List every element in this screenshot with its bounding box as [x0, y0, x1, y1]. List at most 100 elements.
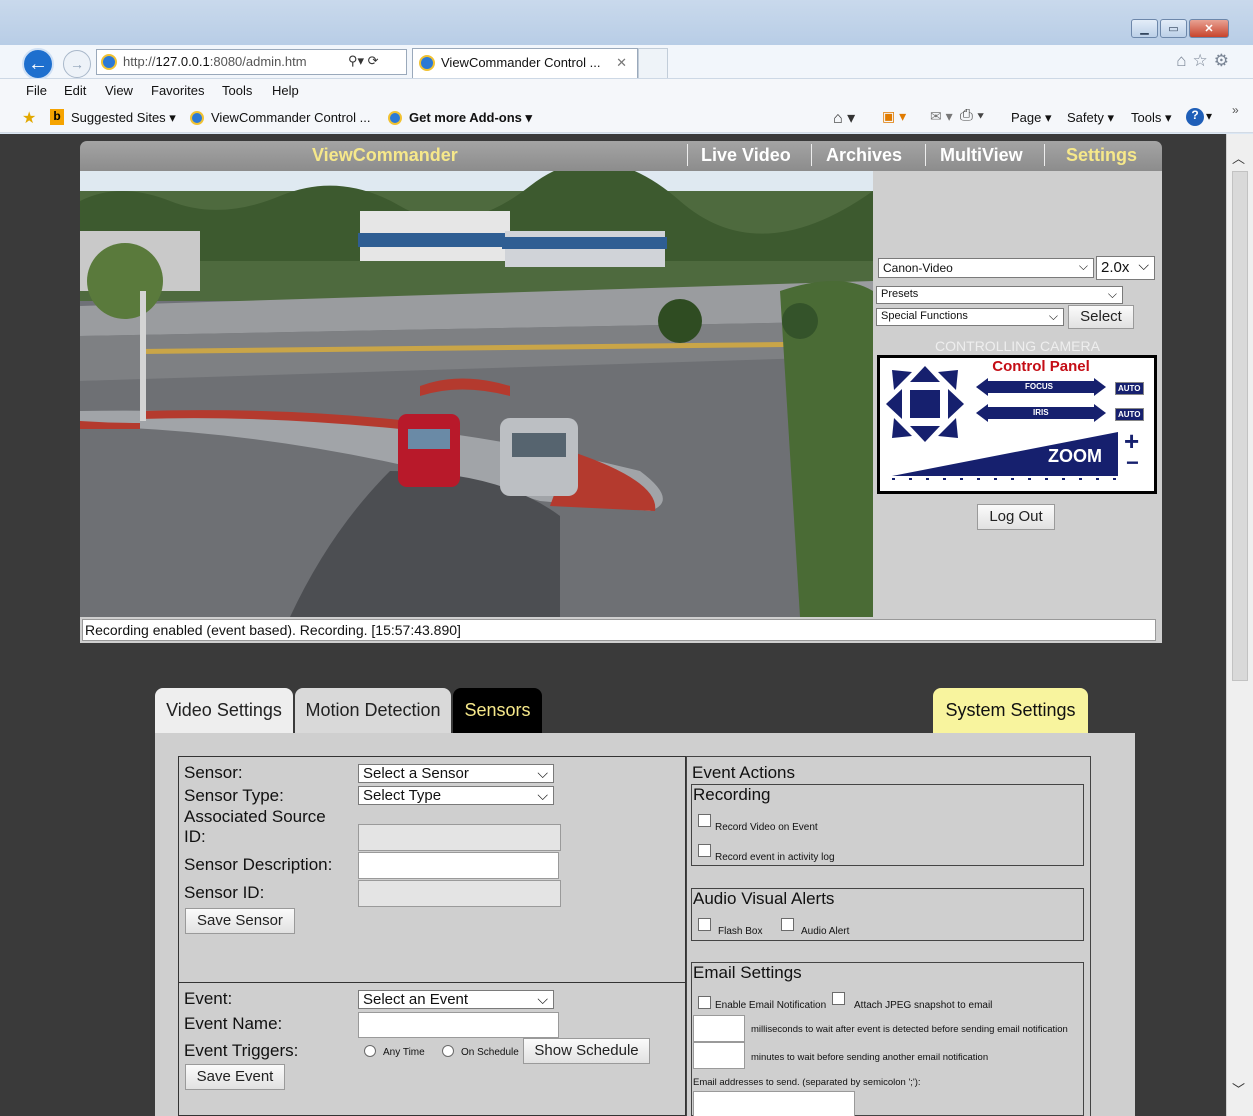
controlling-camera-label: CONTROLLING CAMERA	[935, 338, 1100, 354]
attach-jpeg-label: Attach JPEG snapshot to email	[854, 1000, 993, 1011]
home-icon[interactable]: ⌂	[1176, 51, 1192, 70]
gear-icon[interactable]: ⚙	[1214, 51, 1235, 70]
maximize-button[interactable]: ▭	[1160, 19, 1187, 38]
record-log-checkbox[interactable]	[698, 842, 711, 860]
nav-archives[interactable]: Archives	[826, 145, 902, 166]
nav-settings[interactable]: Settings	[1066, 145, 1137, 166]
search-icon[interactable]: ⚲▾	[348, 53, 364, 68]
save-event-button[interactable]: Save Event	[185, 1064, 285, 1090]
ie-page-icon	[101, 54, 117, 70]
chevron-down-icon: ⌵	[537, 787, 548, 803]
help-dropdown-icon[interactable]: ▾	[1206, 109, 1212, 123]
url-rest: :8080/admin.htm	[209, 54, 307, 69]
tools-menu[interactable]: Tools ▾	[1131, 110, 1172, 126]
audio-alert-label: Audio Alert	[801, 926, 850, 937]
select-button[interactable]: Select	[1068, 305, 1134, 329]
viewcommander-fav-link[interactable]: ViewCommander Control ...	[211, 110, 370, 125]
audio-alert-checkbox[interactable]	[781, 916, 794, 934]
sensor-select-value: Select a Sensor	[363, 765, 469, 782]
show-schedule-button[interactable]: Show Schedule	[523, 1038, 650, 1064]
browser-tab[interactable]: ViewCommander Control ... ✕	[412, 48, 638, 78]
email-addresses-field[interactable]	[693, 1091, 855, 1116]
help-icon[interactable]: ?	[1186, 108, 1204, 126]
iris-auto-button[interactable]: AUTO	[1115, 408, 1144, 421]
logout-button[interactable]: Log Out	[977, 504, 1055, 530]
record-video-checkbox[interactable]	[698, 812, 711, 830]
sensor-type-select[interactable]: Select Type ⌵	[358, 786, 554, 805]
attach-jpeg-checkbox[interactable]	[832, 990, 845, 1008]
event-name-label: Event Name:	[184, 1014, 283, 1033]
browser-toolbar-icons: ⌂☆⚙	[1176, 51, 1235, 71]
tab-system-settings[interactable]: System Settings	[933, 688, 1088, 733]
parking-lot-scene	[80, 171, 873, 617]
ms-wait-field[interactable]	[693, 1015, 745, 1042]
camera-select[interactable]: Canon-Video ⌵	[878, 258, 1094, 278]
refresh-icon[interactable]: ⟳	[368, 53, 379, 68]
chevron-down-icon: ⌵	[537, 765, 548, 781]
mail-icon[interactable]: ✉ ▾	[930, 108, 953, 125]
print-icon[interactable]: ⎙ ▾	[960, 107, 984, 125]
home-cmd-icon[interactable]: ⌂ ▾	[833, 108, 855, 128]
tab-motion-detection[interactable]: Motion Detection	[295, 688, 451, 733]
favorites-star-icon[interactable]: ★	[22, 108, 36, 128]
feeds-icon[interactable]: ▣ ▾	[882, 108, 906, 125]
nav-multiview[interactable]: MultiView	[940, 145, 1023, 166]
star-icon[interactable]: ☆	[1193, 51, 1214, 70]
url-host: 127.0.0.1	[155, 54, 210, 69]
scrollbar-thumb[interactable]	[1232, 171, 1248, 681]
flash-box-checkbox[interactable]	[698, 916, 711, 934]
sensor-select[interactable]: Select a Sensor ⌵	[358, 764, 554, 783]
nav-live-video[interactable]: Live Video	[701, 145, 791, 166]
nav-separator	[811, 144, 812, 166]
page-menu[interactable]: Page ▾	[1011, 110, 1052, 126]
get-addons-link[interactable]: Get more Add-ons ▾	[409, 110, 532, 126]
presets-select[interactable]: Presets ⌵	[876, 286, 1123, 304]
zoom-label: ZOOM	[1048, 446, 1102, 466]
save-sensor-button[interactable]: Save Sensor	[185, 908, 295, 934]
menu-view[interactable]: View	[105, 83, 133, 98]
zoom-level-value: 2.0x	[1101, 259, 1130, 276]
chevron-down-icon: ⌵	[1078, 259, 1088, 273]
event-select[interactable]: Select an Event ⌵	[358, 990, 554, 1009]
iris-label: IRIS	[1033, 408, 1049, 417]
menu-file[interactable]: File	[26, 83, 47, 98]
ptz-control-panel: Control Panel FOCUS AUTO IRIS AUTO ZOOM …	[877, 355, 1157, 494]
sensor-id-label: Sensor ID:	[184, 883, 265, 902]
zoom-level-select[interactable]: 2.0x ⌵	[1096, 256, 1155, 280]
menu-edit[interactable]: Edit	[64, 83, 86, 98]
focus-auto-button[interactable]: AUTO	[1115, 382, 1144, 395]
menu-help[interactable]: Help	[272, 83, 299, 98]
tab-sensors[interactable]: Sensors	[453, 688, 542, 733]
scroll-down-icon[interactable]: ﹀	[1232, 1079, 1245, 1098]
back-button[interactable]: ←	[22, 48, 54, 80]
tab-video-settings[interactable]: Video Settings	[155, 688, 293, 733]
zoom-out-icon[interactable]: −	[1126, 450, 1139, 476]
enable-email-checkbox[interactable]	[698, 994, 711, 1012]
close-tab-icon[interactable]: ✕	[616, 55, 627, 71]
chevron-down-icon: ⌵	[1107, 287, 1117, 301]
menu-tools[interactable]: Tools	[222, 83, 252, 98]
scroll-up-icon[interactable]: ︿	[1232, 148, 1245, 167]
associated-source-id-label: ID:	[184, 827, 206, 846]
camera-feed[interactable]	[80, 171, 873, 617]
on-schedule-radio[interactable]	[442, 1042, 454, 1060]
safety-menu[interactable]: Safety ▾	[1067, 110, 1114, 126]
associated-source-id-field[interactable]	[358, 824, 561, 851]
av-alerts-title: Audio Visual Alerts	[693, 889, 835, 908]
forward-button[interactable]: →	[63, 50, 91, 78]
sensor-description-field[interactable]	[358, 852, 559, 879]
menu-bar: File Edit View Favorites Tools Help	[0, 79, 1253, 103]
new-tab-button[interactable]	[638, 48, 668, 78]
minimize-button[interactable]: ▁	[1131, 19, 1158, 38]
menu-favorites[interactable]: Favorites	[151, 83, 204, 98]
close-window-button[interactable]: ✕	[1189, 19, 1229, 38]
sensor-id-field[interactable]	[358, 880, 561, 907]
chevron-more-icon[interactable]: »	[1232, 103, 1239, 117]
special-functions-select[interactable]: Special Functions ⌵	[876, 308, 1064, 326]
any-time-radio[interactable]	[364, 1042, 376, 1060]
minutes-wait-field[interactable]	[693, 1042, 745, 1069]
event-name-field[interactable]	[358, 1012, 559, 1038]
vertical-scrollbar[interactable]: ︿ ﹀	[1226, 134, 1253, 1116]
address-actions: ⚲▾ ⟳	[348, 53, 379, 69]
suggested-sites-link[interactable]: Suggested Sites ▾	[71, 110, 176, 126]
